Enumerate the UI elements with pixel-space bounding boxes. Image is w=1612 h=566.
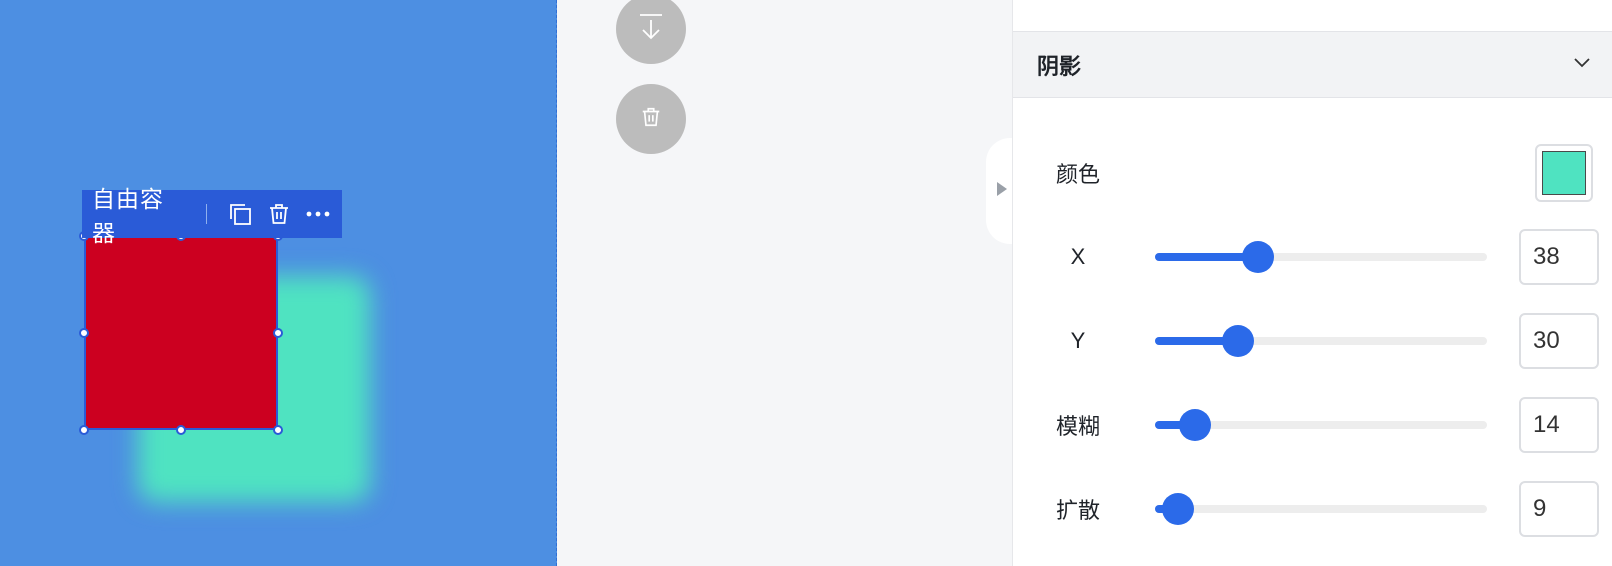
trash-icon [640, 106, 662, 133]
spread-input[interactable] [1519, 481, 1599, 537]
y-slider[interactable] [1155, 325, 1487, 357]
blur-label: 模糊 [1055, 414, 1100, 439]
caret-right-icon [996, 181, 1008, 202]
spread-row: 扩散 [1013, 480, 1612, 538]
component-name-label: 自由容器 [92, 186, 164, 246]
properties-panel: 阴影 颜色 X Y 模糊 [1012, 0, 1612, 566]
y-input[interactable] [1519, 313, 1599, 369]
panel-top-strip [1013, 0, 1612, 32]
x-input[interactable] [1519, 229, 1599, 285]
move-bottom-button[interactable] [616, 0, 686, 64]
download-icon [637, 12, 665, 47]
color-swatch [1542, 151, 1586, 195]
more-icon[interactable] [303, 199, 332, 229]
delete-float-button[interactable] [616, 84, 686, 154]
resize-handle-bottom-right[interactable] [273, 425, 283, 435]
section-title: 阴影 [1037, 53, 1082, 79]
resize-handle-right[interactable] [273, 328, 283, 338]
toolbar-divider [206, 204, 208, 224]
x-label: X [1070, 244, 1086, 269]
blur-slider[interactable] [1155, 409, 1487, 441]
x-slider[interactable] [1155, 241, 1487, 273]
resize-handle-bottom[interactable] [176, 425, 186, 435]
spread-label: 扩散 [1055, 498, 1100, 523]
blur-input[interactable] [1519, 397, 1599, 453]
design-canvas[interactable]: 自由容器 [0, 0, 557, 566]
selected-shape[interactable] [84, 236, 278, 430]
blur-slider-thumb[interactable] [1178, 409, 1211, 441]
resize-handle-left[interactable] [79, 328, 89, 338]
x-slider-thumb[interactable] [1241, 241, 1274, 273]
color-picker[interactable] [1535, 144, 1593, 202]
shadow-section-header[interactable]: 阴影 [1013, 32, 1612, 98]
y-row: Y [1013, 312, 1612, 370]
trash-icon[interactable] [264, 199, 293, 229]
blur-row: 模糊 [1013, 396, 1612, 454]
spread-slider-thumb[interactable] [1162, 493, 1195, 525]
copy-icon[interactable] [225, 199, 254, 229]
color-label: 颜色 [1055, 162, 1100, 187]
spread-slider[interactable] [1155, 493, 1487, 525]
x-row: X [1013, 228, 1612, 286]
y-label: Y [1070, 328, 1086, 353]
color-row: 颜色 [1013, 144, 1612, 202]
resize-handle-bottom-left[interactable] [79, 425, 89, 435]
chevron-down-icon[interactable] [1573, 56, 1591, 74]
selection-toolbar: 自由容器 [82, 186, 342, 246]
y-slider-thumb[interactable] [1222, 325, 1254, 357]
